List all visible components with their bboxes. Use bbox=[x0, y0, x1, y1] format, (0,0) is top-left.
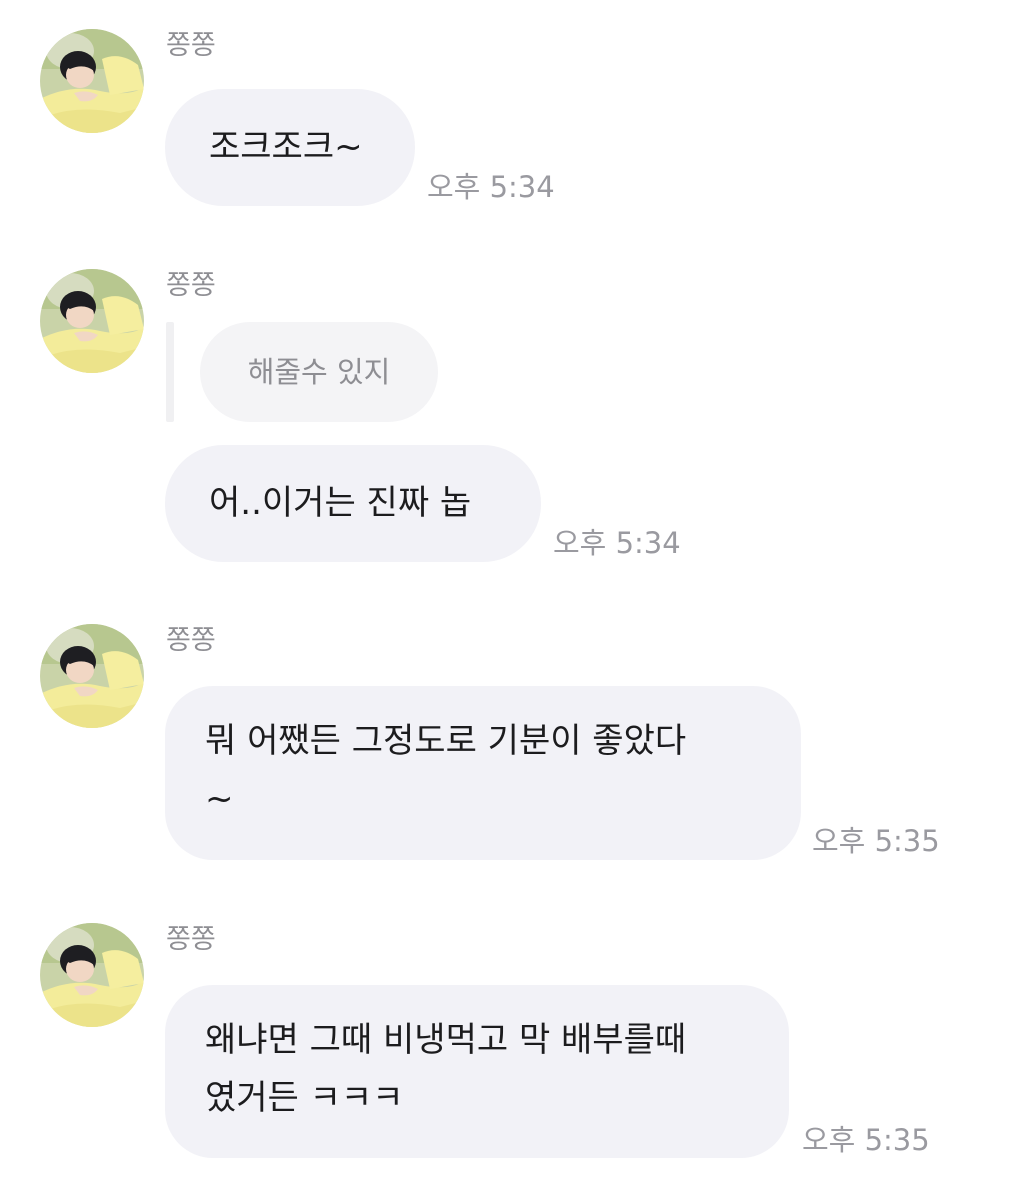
profile-photo-icon bbox=[40, 269, 144, 373]
avatar[interactable] bbox=[40, 923, 144, 1027]
message-time: 오후 5:34 bbox=[553, 526, 681, 560]
sender-name: 쫑쫑 bbox=[166, 924, 216, 955]
profile-photo-icon bbox=[40, 624, 144, 728]
message-text-line: 였거든 ㅋㅋㅋ bbox=[205, 1078, 404, 1118]
message-time: 오후 5:35 bbox=[812, 824, 940, 858]
profile-photo-icon bbox=[40, 29, 144, 133]
reply-quote-text: 해줄수 있지 bbox=[247, 355, 391, 389]
avatar[interactable] bbox=[40, 29, 144, 133]
message-bubble[interactable]: 어..이거는 진짜 놉 bbox=[165, 445, 541, 562]
sender-name: 쫑쫑 bbox=[166, 625, 216, 656]
message-text-line: 뭐 어쨌든 그정도로 기분이 좋았다 bbox=[205, 721, 687, 761]
message-text-line: 왜냐면 그때 비냉먹고 막 배부를때 bbox=[205, 1020, 687, 1060]
message-bubble[interactable]: 뭐 어쨌든 그정도로 기분이 좋았다 ~ bbox=[165, 686, 801, 860]
message-text-line: ~ bbox=[205, 779, 234, 819]
message-time: 오후 5:35 bbox=[802, 1123, 930, 1157]
sender-name: 쫑쫑 bbox=[166, 270, 216, 301]
message-text: 조크조크~ bbox=[209, 127, 363, 167]
message-bubble[interactable]: 조크조크~ bbox=[165, 89, 415, 206]
reply-quote-bubble[interactable]: 해줄수 있지 bbox=[200, 322, 438, 422]
message-text: 어..이거는 진짜 놉 bbox=[209, 483, 472, 523]
message-time: 오후 5:34 bbox=[427, 170, 555, 204]
profile-photo-icon bbox=[40, 923, 144, 1027]
avatar[interactable] bbox=[40, 269, 144, 373]
sender-name: 쫑쫑 bbox=[166, 30, 216, 61]
message-bubble[interactable]: 왜냐면 그때 비냉먹고 막 배부를때 였거든 ㅋㅋㅋ bbox=[165, 985, 789, 1158]
avatar[interactable] bbox=[40, 624, 144, 728]
reply-quote-bar bbox=[166, 322, 174, 422]
